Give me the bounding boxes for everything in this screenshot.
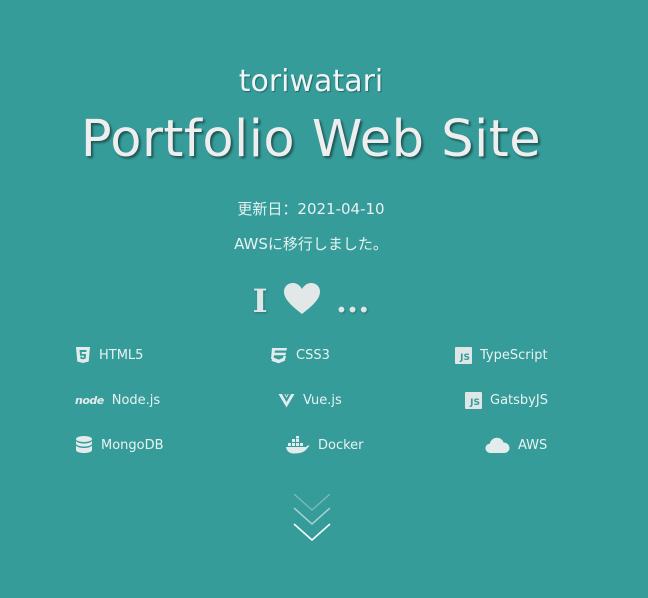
css3-icon — [270, 347, 288, 364]
nodejs-icon: node — [75, 393, 104, 407]
skill-label: Vue.js — [303, 392, 342, 408]
vuejs-icon — [278, 393, 295, 408]
love-suffix: ... — [335, 282, 370, 320]
typescript-icon: JS — [455, 346, 472, 364]
page-title: Portfolio Web Site — [80, 110, 542, 169]
gatsbyjs-icon: JS — [465, 391, 482, 409]
skill-label: HTML5 — [99, 347, 144, 363]
scroll-down-chevrons-icon[interactable] — [290, 490, 334, 546]
mongodb-icon — [75, 435, 93, 455]
skill-html5: HTML5 — [75, 344, 143, 366]
updated-date: 更新日：2021-04-10 — [237, 200, 385, 218]
skill-label: Node.js — [111, 392, 161, 408]
aws-cloud-icon — [485, 437, 510, 454]
skill-label: MongoDB — [101, 437, 164, 453]
skill-label: TypeScript — [480, 347, 548, 363]
skill-vuejs: Vue.js — [278, 389, 342, 411]
notice-text: AWSに移行しました。 — [234, 235, 388, 253]
love-prefix: I — [252, 282, 268, 320]
skill-label: AWS — [518, 437, 548, 453]
skill-gatsbyjs: JS GatsbyJS — [465, 389, 548, 411]
skill-docker: Docker — [285, 434, 364, 456]
skill-aws: AWS — [485, 434, 547, 456]
docker-icon — [285, 436, 310, 454]
html5-icon — [75, 346, 91, 364]
skill-mongodb: MongoDB — [75, 434, 164, 456]
heart-icon — [283, 282, 321, 324]
skill-nodejs: node Node.js — [75, 389, 160, 411]
skill-label: GatsbyJS — [490, 392, 548, 408]
skill-typescript: JS TypeScript — [455, 344, 548, 366]
i-love-heading: I ... — [0, 282, 622, 324]
skill-label: Docker — [318, 437, 364, 453]
skill-css3: CSS3 — [270, 344, 330, 366]
site-subtitle: toriwatari — [238, 64, 384, 99]
skill-label: CSS3 — [296, 347, 330, 363]
